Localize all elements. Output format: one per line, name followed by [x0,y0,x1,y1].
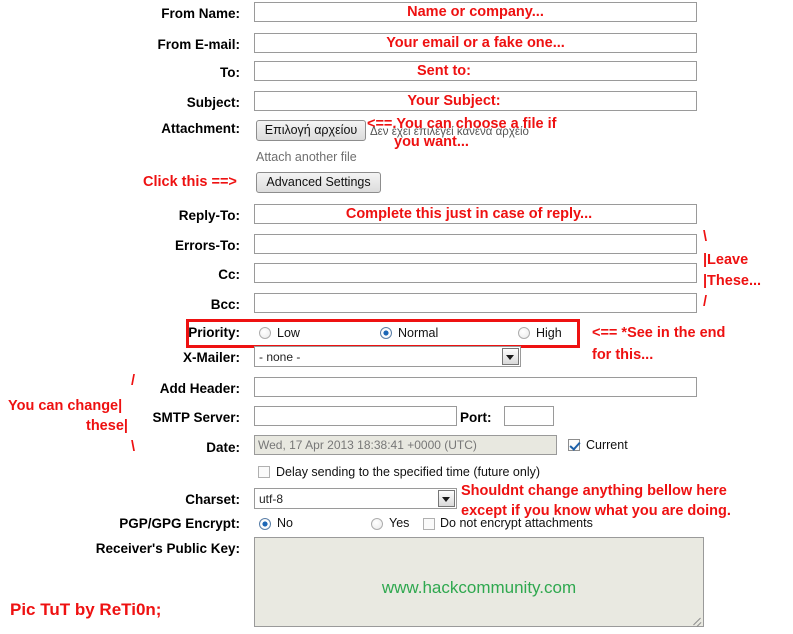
choose-file-button[interactable]: Επιλογή αρχείου [256,120,366,141]
label-to: To: [220,65,240,80]
label-pgp-yes: Yes [389,516,410,530]
label-bcc: Bcc: [210,297,240,312]
label-add-header: Add Header: [159,381,240,396]
label-receivers-public-key: Receiver's Public Key: [95,541,240,556]
input-from-email[interactable] [254,33,697,53]
label-port: Port: [460,410,492,425]
label-priority-low: Low [277,326,300,340]
annotation-attachment-line1: <==.You can choose a file if [367,116,557,132]
input-subject[interactable] [254,91,697,111]
label-pgp-encrypt: PGP/GPG Encrypt: [119,516,240,531]
label-from-name: From Name: [161,6,240,21]
checkbox-delay-sending[interactable] [258,466,270,478]
label-charset: Charset: [185,492,240,507]
label-delay-sending: Delay sending to the specified time (fut… [276,465,541,479]
annotation-shouldnt-change-line1: Shouldnt change anything bellow here [461,483,727,499]
label-current-date: Current [586,438,628,452]
input-reply-to[interactable] [254,204,697,224]
input-smtp-server[interactable] [254,406,457,426]
label-reply-to: Reply-To: [178,208,240,223]
label-priority: Priority: [188,325,240,340]
label-pgp-no: No [277,516,293,530]
signature-text: Pic TuT by ReTi0n; [10,600,162,619]
annotation-click-this: Click this ==> [143,174,237,190]
chevron-down-icon[interactable] [438,490,455,507]
select-charset[interactable]: utf-8 [254,488,457,509]
annotation-you-can-change-slash-top: / [131,373,136,389]
radio-priority-normal[interactable] [380,327,392,339]
advanced-settings-button[interactable]: Advanced Settings [256,172,381,193]
label-x-mailer: X-Mailer: [182,350,240,365]
select-charset-value: utf-8 [259,492,284,506]
label-date: Date: [206,440,240,455]
checkbox-no-encrypt-attachments[interactable] [423,518,435,530]
attach-another-file-link[interactable]: Attach another file [256,150,357,164]
input-add-header[interactable] [254,377,697,397]
label-cc: Cc: [218,267,240,282]
label-smtp-server: SMTP Server: [152,410,240,425]
radio-priority-high[interactable] [518,327,530,339]
label-no-encrypt-attachments: Do not encrypt attachments [440,516,593,530]
resize-handle-icon[interactable] [691,614,702,625]
label-subject: Subject: [186,95,240,110]
input-cc[interactable] [254,263,697,283]
select-x-mailer[interactable]: - none - [254,346,521,367]
annotation-leave-these-line2: |Leave [703,252,749,268]
annotation-leave-these-line1: \ [703,229,708,245]
annotation-leave-these-line4: / [703,294,708,310]
label-priority-normal: Normal [398,326,439,340]
annotation-leave-these-line3: |These... [703,273,762,289]
label-priority-high: High [536,326,562,340]
input-from-name[interactable] [254,2,697,22]
input-errors-to[interactable] [254,234,697,254]
input-bcc[interactable] [254,293,697,313]
label-from-email: From E-mail: [157,37,240,52]
checkbox-current-date[interactable] [568,439,580,451]
select-x-mailer-value: - none - [259,350,301,364]
label-errors-to: Errors-To: [174,238,240,253]
chevron-down-icon[interactable] [502,348,519,365]
annotation-attachment-line2: you want... [394,134,469,150]
annotation-see-in-the-end-line1: <== *See in the end [592,325,726,341]
label-attachment: Attachment: [161,121,240,136]
radio-pgp-no[interactable] [259,518,271,530]
input-date[interactable]: Wed, 17 Apr 2013 18:38:41 +0000 (UTC) [254,435,557,455]
radio-priority-low[interactable] [259,327,271,339]
input-to[interactable] [254,61,697,81]
radio-pgp-yes[interactable] [371,518,383,530]
annotation-see-in-the-end-line2: for this... [592,347,654,363]
input-port[interactable] [504,406,554,426]
watermark-url: www.hackcommunity.com [381,578,577,597]
